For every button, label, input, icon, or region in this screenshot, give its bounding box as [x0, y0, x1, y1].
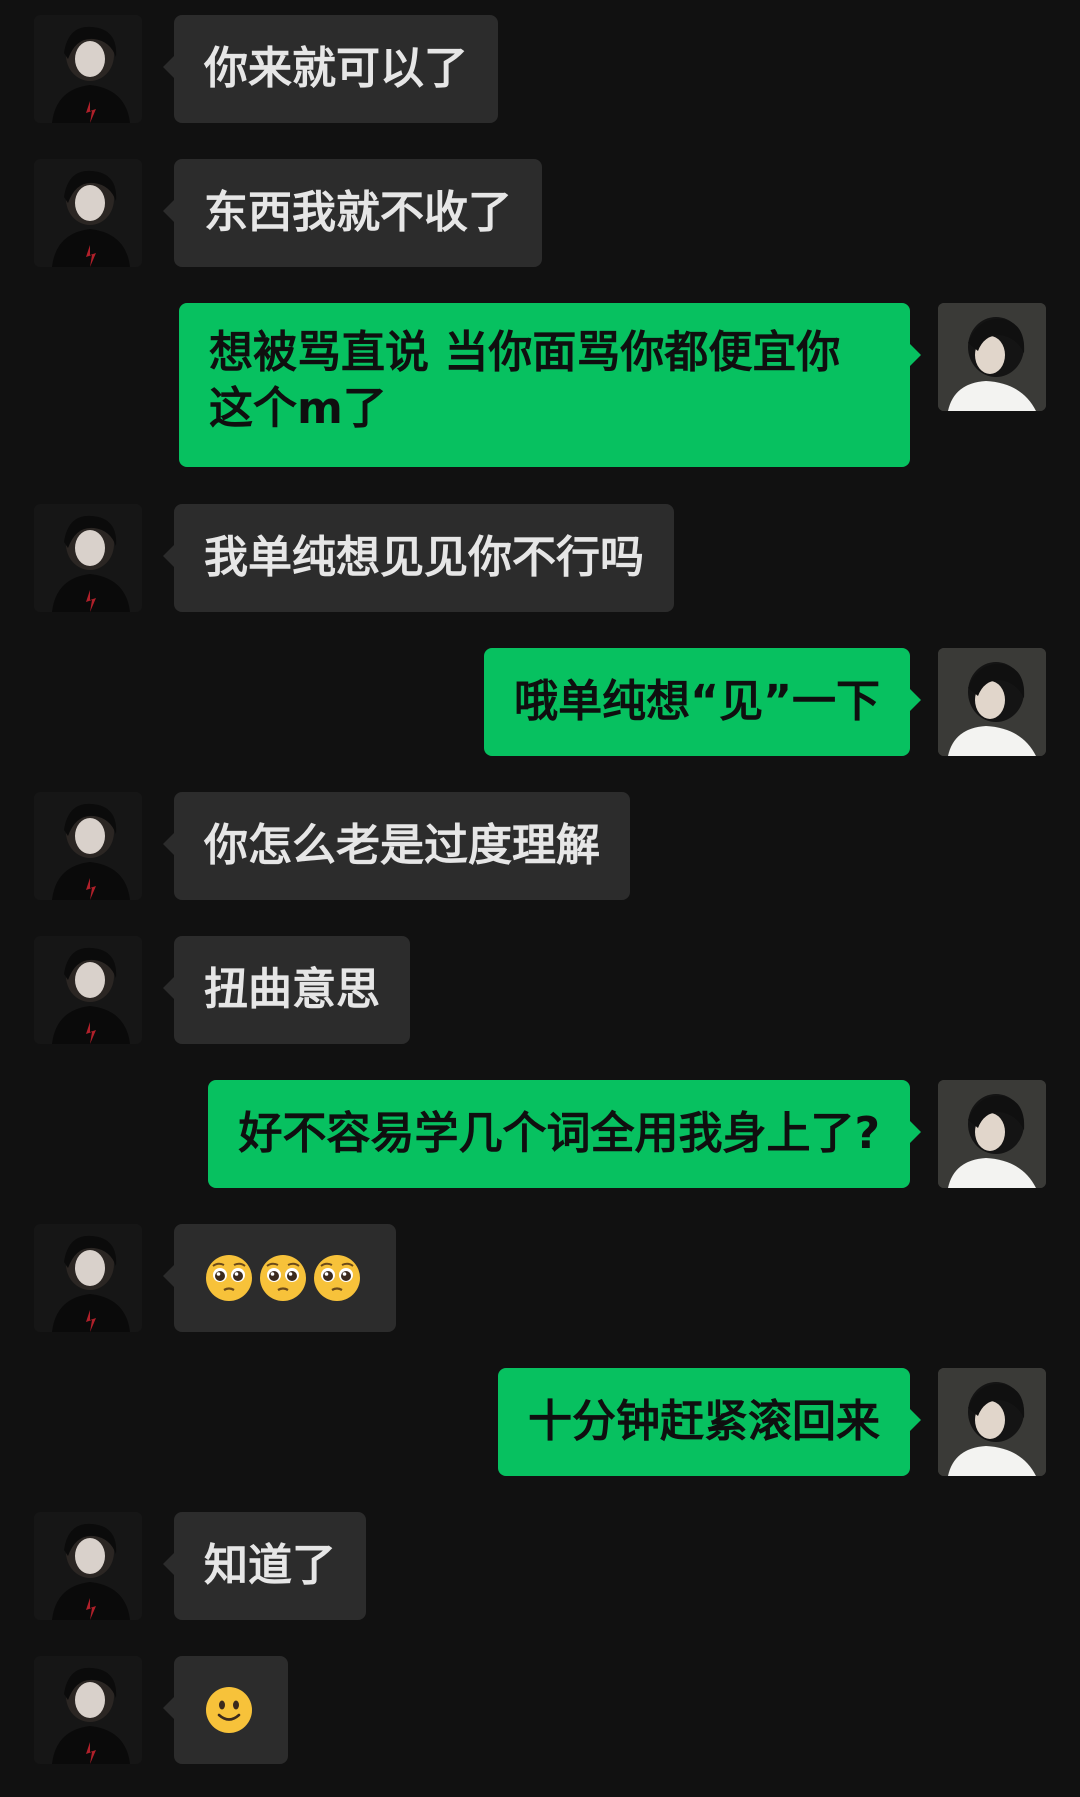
- avatar-self[interactable]: [938, 303, 1046, 411]
- message-bubble-sent[interactable]: 好不容易学几个词全用我身上了?: [208, 1080, 921, 1188]
- avatar-other[interactable]: [34, 792, 142, 900]
- message-bubble-received[interactable]: 你来就可以了: [163, 15, 498, 123]
- message-bubble-sent[interactable]: 想被骂直说 当你面骂你都便宜你这个m了: [179, 303, 921, 467]
- pleading-face-icon: [258, 1253, 308, 1303]
- avatar-other[interactable]: [34, 1224, 142, 1332]
- message-bubble-received[interactable]: 你怎么老是过度理解: [163, 792, 630, 900]
- avatar-self[interactable]: [938, 1080, 1046, 1188]
- avatar-other[interactable]: [34, 1512, 142, 1620]
- avatar-other[interactable]: [34, 936, 142, 1044]
- message-bubble-sent[interactable]: 十分钟赶紧滚回来: [498, 1368, 921, 1476]
- message-bubble-received[interactable]: [163, 1224, 396, 1332]
- avatar-other[interactable]: [34, 504, 142, 612]
- message-bubble-received[interactable]: 东西我就不收了: [163, 159, 542, 267]
- message-bubble-sent[interactable]: 哦单纯想“见”一下: [484, 648, 921, 756]
- message-bubble-received[interactable]: 我单纯想见见你不行吗: [163, 504, 674, 612]
- avatar-other[interactable]: [34, 15, 142, 123]
- message-bubble-received[interactable]: 扭曲意思: [163, 936, 410, 1044]
- slightly-smiling-face-icon: [204, 1685, 254, 1735]
- message-bubble-received[interactable]: 知道了: [163, 1512, 366, 1620]
- pleading-face-icon: [312, 1253, 362, 1303]
- avatar-self[interactable]: [938, 648, 1046, 756]
- pleading-face-icon: [204, 1253, 254, 1303]
- avatar-other[interactable]: [34, 1656, 142, 1764]
- avatar-other[interactable]: [34, 159, 142, 267]
- chat-message-list[interactable]: 你来就可以了 东西我就不收了 想被骂直说 当你面骂你都便宜你这个m了 我单纯想见…: [0, 0, 1080, 1797]
- message-bubble-received[interactable]: [163, 1656, 288, 1764]
- avatar-self[interactable]: [938, 1368, 1046, 1476]
